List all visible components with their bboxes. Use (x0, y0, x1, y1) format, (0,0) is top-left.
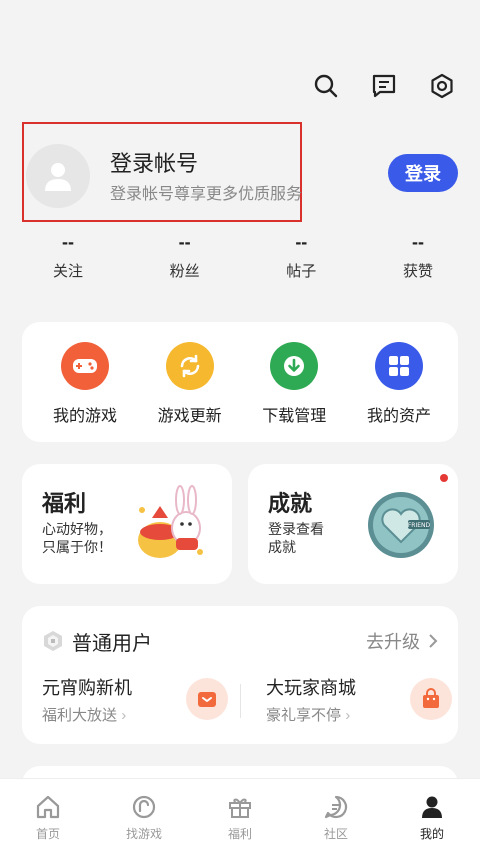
refresh-icon (165, 342, 214, 390)
stat-label: 粉丝 (169, 263, 200, 280)
grid-icon (374, 342, 423, 390)
stat-following[interactable]: -- 关注 (44, 232, 92, 281)
tool-label: 我的资产 (366, 408, 431, 425)
search-icon[interactable] (312, 72, 340, 100)
rabbit-gift-illustration (138, 485, 203, 558)
tool-label: 我的游戏 (52, 408, 117, 425)
coupon-icon (186, 678, 228, 720)
shopping-bag-icon (410, 678, 452, 720)
stat-followers[interactable]: -- 粉丝 (161, 232, 209, 281)
friend-badge-icon: FRIEND (368, 492, 434, 558)
membership-header[interactable]: 普通用户 去升级 (42, 626, 438, 656)
quick-tools-card: 我的游戏 游戏更新 下载管理 我的资产 (22, 322, 458, 442)
bottom-navigation: 首页 找游戏 福利 社区 我的 (0, 778, 480, 852)
upgrade-label: 去升级 (366, 632, 420, 652)
tool-my-assets[interactable]: 我的资产 (354, 342, 444, 442)
notification-dot (440, 474, 448, 482)
nav-welfare[interactable]: 福利 (192, 779, 288, 852)
nav-home[interactable]: 首页 (0, 779, 96, 852)
nav-label: 首页 (35, 827, 60, 841)
membership-card: 普通用户 去升级 元宵购新机 福利大放送 › 大玩家商城 豪礼享不停 › (22, 606, 458, 744)
promo-divider (240, 684, 241, 718)
login-button[interactable]: 登录 (388, 154, 458, 192)
promo-title: 大玩家商城 (266, 678, 356, 698)
avatar[interactable] (26, 144, 90, 208)
promo-mall[interactable]: 大玩家商城 豪礼享不停 › (266, 674, 456, 730)
tool-label: 下载管理 (262, 408, 327, 425)
welfare-title: 福利 (42, 491, 87, 516)
profile-icon (422, 796, 442, 818)
stat-label: 关注 (52, 263, 83, 280)
nav-community[interactable]: 社区 (288, 779, 384, 852)
tool-game-update[interactable]: 游戏更新 (145, 342, 235, 442)
nav-label: 找游戏 (125, 827, 162, 841)
nav-label: 我的 (419, 827, 444, 841)
welfare-card[interactable]: 福利 心动好物， 只属于你！ (22, 464, 232, 584)
message-icon[interactable] (370, 72, 398, 100)
settings-icon[interactable] (428, 72, 456, 100)
profile-subtitle: 登录帐号尊享更多优质服务 (110, 186, 303, 203)
find-game-icon (132, 795, 156, 819)
tool-label: 游戏更新 (157, 408, 222, 425)
tool-download-manager[interactable]: 下载管理 (249, 342, 339, 442)
promo-subtitle: 福利大放送 › (42, 707, 127, 724)
promo-subtitle: 豪礼享不停 › (266, 707, 351, 724)
user-avatar-icon (45, 163, 71, 191)
promo-lantern-phone[interactable]: 元宵购新机 福利大放送 › (42, 674, 232, 730)
member-badge-icon (44, 631, 62, 651)
stat-value: -- (178, 232, 191, 252)
promo-title: 元宵购新机 (42, 678, 132, 698)
tool-my-games[interactable]: 我的游戏 (40, 342, 130, 442)
home-icon (36, 795, 60, 819)
nav-mine[interactable]: 我的 (384, 779, 480, 852)
stat-value: -- (295, 232, 308, 252)
stat-likes[interactable]: -- 获赞 (394, 232, 442, 281)
badge-text: FRIEND (408, 522, 431, 529)
stat-label: 帖子 (286, 263, 317, 280)
download-icon (270, 342, 319, 390)
member-level: 普通用户 (72, 632, 152, 655)
community-icon (324, 795, 348, 819)
chevron-right-icon (429, 634, 438, 648)
stat-posts[interactable]: -- 帖子 (277, 232, 325, 281)
stat-label: 获赞 (402, 263, 433, 280)
gamepad-icon (61, 342, 109, 390)
profile-name: 登录帐号 (110, 151, 199, 176)
nav-label: 社区 (323, 827, 348, 841)
top-toolbar (312, 72, 456, 100)
achievement-title: 成就 (268, 491, 313, 516)
welfare-desc: 心动好物， 只属于你！ (42, 521, 112, 555)
stat-value: -- (411, 232, 424, 252)
nav-label: 福利 (227, 827, 252, 841)
nav-find-game[interactable]: 找游戏 (96, 779, 192, 852)
stats-row: -- 关注 -- 粉丝 -- 帖子 -- 获赞 (0, 232, 480, 281)
gift-icon (229, 798, 251, 818)
stat-value: -- (62, 232, 74, 252)
achievement-desc: 登录查看 成就 (268, 521, 324, 555)
achievement-card[interactable]: 成就 登录查看 成就 FRIEND (248, 464, 458, 584)
profile-login-area[interactable]: 登录帐号 登录帐号尊享更多优质服务 (22, 122, 302, 222)
upgrade-link[interactable]: 去升级 (366, 628, 438, 654)
